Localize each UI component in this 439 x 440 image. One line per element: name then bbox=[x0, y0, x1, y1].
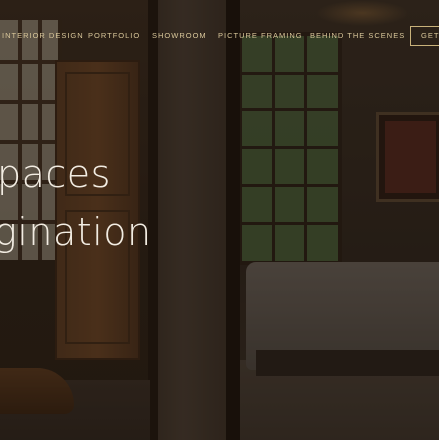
hero-line-2: gination bbox=[0, 210, 152, 254]
get-in-touch-button[interactable]: GET IN TOUCH bbox=[410, 26, 439, 46]
main-navigation: INTERIOR DESIGN PORTFOLIO SHOWROOM PICTU… bbox=[0, 0, 439, 48]
nav-item-showroom[interactable]: SHOWROOM bbox=[152, 31, 207, 40]
nav-item-interior-design[interactable]: INTERIOR DESIGN bbox=[2, 31, 84, 40]
nav-item-behind-the-scenes[interactable]: BEHIND THE SCENES bbox=[310, 31, 405, 40]
nav-item-portfolio[interactable]: PORTFOLIO bbox=[88, 31, 140, 40]
hero-headline: paces gination bbox=[0, 145, 260, 261]
hero-section: INTERIOR DESIGN PORTFOLIO SHOWROOM PICTU… bbox=[0, 0, 439, 440]
nav-item-picture-framing[interactable]: PICTURE FRAMING bbox=[218, 31, 303, 40]
hero-line-1: paces bbox=[0, 152, 111, 196]
